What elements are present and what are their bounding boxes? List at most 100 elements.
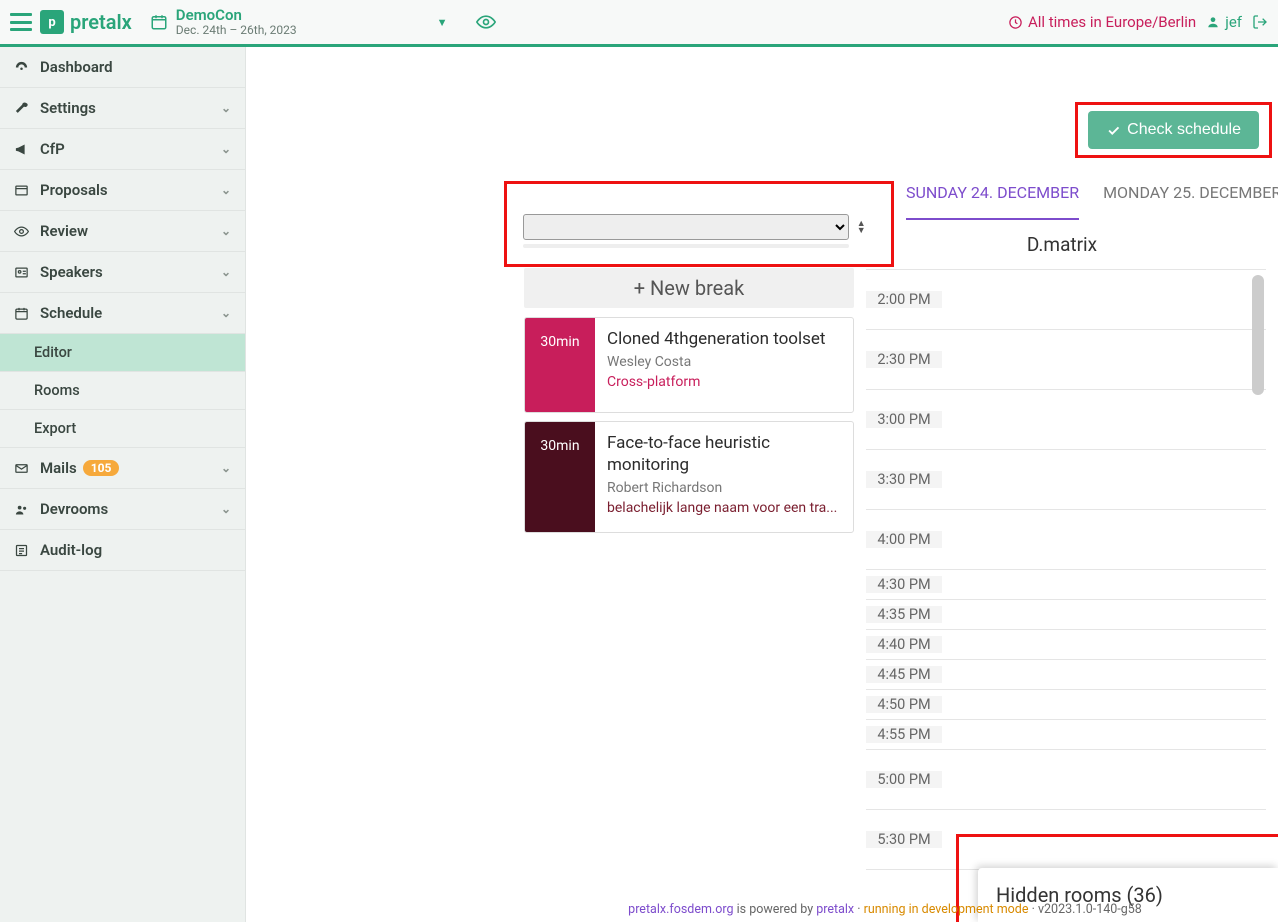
chevron-down-icon: ⌄ <box>221 183 231 197</box>
footer-app-link[interactable]: pretalx <box>816 902 854 917</box>
time-label: 4:00 PM <box>866 531 942 548</box>
tab-monday[interactable]: MONDAY 25. DECEMBER <box>1103 183 1278 220</box>
user-icon <box>1206 15 1220 29</box>
time-label: 4:55 PM <box>866 726 942 743</box>
chevron-down-icon: ⌄ <box>221 224 231 238</box>
session-card[interactable]: 30min Face-to-face heuristic monitoring … <box>524 421 854 533</box>
footer-sep: · <box>854 902 863 917</box>
dashboard-icon <box>14 60 36 75</box>
time-label: 3:00 PM <box>866 411 942 428</box>
new-break-label: + New break <box>634 276 745 300</box>
time-label: 2:00 PM <box>866 291 942 308</box>
timezone-label: All times in Europe/Berlin <box>1028 13 1196 31</box>
event-switcher[interactable]: DemoCon Dec. 24th – 26th, 2023 <box>150 7 297 37</box>
main-content: Check schedule SUNDAY 24. DECEMBER MONDA… <box>246 47 1278 922</box>
time-label: 4:40 PM <box>866 636 942 653</box>
sidebar: Dashboard Settings ⌄ CfP ⌄ Proposals ⌄ R… <box>0 47 246 922</box>
track-filter-select[interactable] <box>523 214 849 240</box>
day-tabs: SUNDAY 24. DECEMBER MONDAY 25. DECEMBER … <box>906 183 1278 220</box>
session-track: belachelijk lange naam voor een tra... <box>607 500 841 516</box>
sidebar-subitem-label: Rooms <box>34 382 80 399</box>
time-label: 2:30 PM <box>866 351 942 368</box>
footer-sep: · <box>1029 902 1038 917</box>
chevron-down-icon: ⌄ <box>221 101 231 115</box>
sidebar-item-proposals[interactable]: Proposals ⌄ <box>0 170 245 211</box>
footer: pretalx.fosdem.org is powered by pretalx… <box>492 900 1278 922</box>
chevron-down-icon: ⌄ <box>221 306 231 320</box>
chevron-down-icon: ⌄ <box>221 142 231 156</box>
username: jef <box>1225 13 1242 31</box>
sidebar-item-speakers[interactable]: Speakers ⌄ <box>0 252 245 293</box>
scrollbar[interactable] <box>1252 275 1264 395</box>
user-menu[interactable]: jef <box>1206 13 1242 31</box>
sidebar-item-mails[interactable]: Mails 105 ⌄ <box>0 448 245 489</box>
clock-icon <box>1008 15 1023 30</box>
caret-down-icon[interactable]: ▼ <box>437 16 448 29</box>
envelope-icon <box>14 461 36 476</box>
menu-toggle-button[interactable] <box>10 13 32 31</box>
chevron-down-icon: ⌄ <box>221 502 231 516</box>
highlight-filter-box: ▲▼ <box>504 181 894 267</box>
footer-text: is powered by <box>734 902 817 917</box>
sidebar-subitem-editor[interactable]: Editor <box>0 334 245 372</box>
chevron-down-icon: ⌄ <box>221 461 231 475</box>
sidebar-subitem-label: Editor <box>34 344 72 361</box>
id-card-icon <box>14 265 36 280</box>
time-label: 5:00 PM <box>866 771 942 788</box>
sidebar-item-auditlog[interactable]: Audit-log <box>0 530 245 571</box>
logo-icon: p <box>40 10 64 34</box>
sidebar-item-label: Dashboard <box>40 58 113 76</box>
sidebar-item-label: Audit-log <box>40 541 102 559</box>
sidebar-item-label: Settings <box>40 99 96 117</box>
sidebar-subitem-rooms[interactable]: Rooms <box>0 372 245 410</box>
time-label: 5:30 PM <box>866 831 942 848</box>
sidebar-item-dashboard[interactable]: Dashboard <box>0 47 245 88</box>
sidebar-item-label: Devrooms <box>40 500 108 518</box>
room-header: D.matrix <box>866 233 1258 256</box>
sidebar-item-label: Proposals <box>40 181 108 199</box>
session-duration: 30min <box>525 422 595 532</box>
check-schedule-label: Check schedule <box>1127 121 1241 139</box>
users-icon <box>14 502 36 517</box>
time-grid[interactable]: 2:00 PM 2:30 PM 3:00 PM 3:30 PM 4:00 PM … <box>866 269 1266 882</box>
session-card[interactable]: 30min Cloned 4thgeneration toolset Wesle… <box>524 317 854 413</box>
footer-host-link[interactable]: pretalx.fosdem.org <box>628 902 733 917</box>
sidebar-item-label: Mails <box>40 459 77 477</box>
mails-badge: 105 <box>83 460 120 476</box>
event-dates: Dec. 24th – 26th, 2023 <box>176 24 297 37</box>
time-label: 4:50 PM <box>866 696 942 713</box>
sidebar-item-settings[interactable]: Settings ⌄ <box>0 88 245 129</box>
sidebar-item-label: CfP <box>40 140 65 158</box>
calendar-icon <box>14 306 36 321</box>
highlight-check-schedule: Check schedule <box>1075 102 1272 158</box>
bullhorn-icon <box>14 142 36 157</box>
sidebar-item-label: Schedule <box>40 304 102 322</box>
check-icon <box>1106 123 1121 138</box>
preview-icon[interactable] <box>476 12 496 32</box>
sidebar-item-cfp[interactable]: CfP ⌄ <box>0 129 245 170</box>
new-break-button[interactable]: + New break <box>524 268 854 308</box>
session-track: Cross-platform <box>607 374 841 390</box>
sidebar-subitem-export[interactable]: Export <box>0 410 245 448</box>
logout-icon[interactable] <box>1252 14 1268 30</box>
time-label: 4:35 PM <box>866 606 942 623</box>
sidebar-item-schedule[interactable]: Schedule ⌄ <box>0 293 245 334</box>
time-label: 3:30 PM <box>866 471 942 488</box>
timezone-info: All times in Europe/Berlin <box>1008 13 1196 31</box>
time-label: 4:45 PM <box>866 666 942 683</box>
time-label: 4:30 PM <box>866 576 942 593</box>
sidebar-schedule-submenu: Editor Rooms Export <box>0 334 245 448</box>
session-title: Face-to-face heuristic monitoring <box>607 432 841 476</box>
sidebar-item-devrooms[interactable]: Devrooms ⌄ <box>0 489 245 530</box>
topbar: p pretalx DemoCon Dec. 24th – 26th, 2023… <box>0 0 1278 47</box>
list-icon <box>14 543 36 558</box>
wrench-icon <box>14 101 36 116</box>
check-schedule-button[interactable]: Check schedule <box>1088 111 1259 149</box>
tab-label: MONDAY 25. DECEMBER <box>1103 183 1278 202</box>
sidebar-item-review[interactable]: Review ⌄ <box>0 211 245 252</box>
filter-slider[interactable] <box>523 244 849 248</box>
tab-sunday[interactable]: SUNDAY 24. DECEMBER <box>906 183 1079 220</box>
sort-icon[interactable]: ▲▼ <box>857 221 866 235</box>
chevron-down-icon: ⌄ <box>221 265 231 279</box>
calendar-icon <box>150 13 168 31</box>
